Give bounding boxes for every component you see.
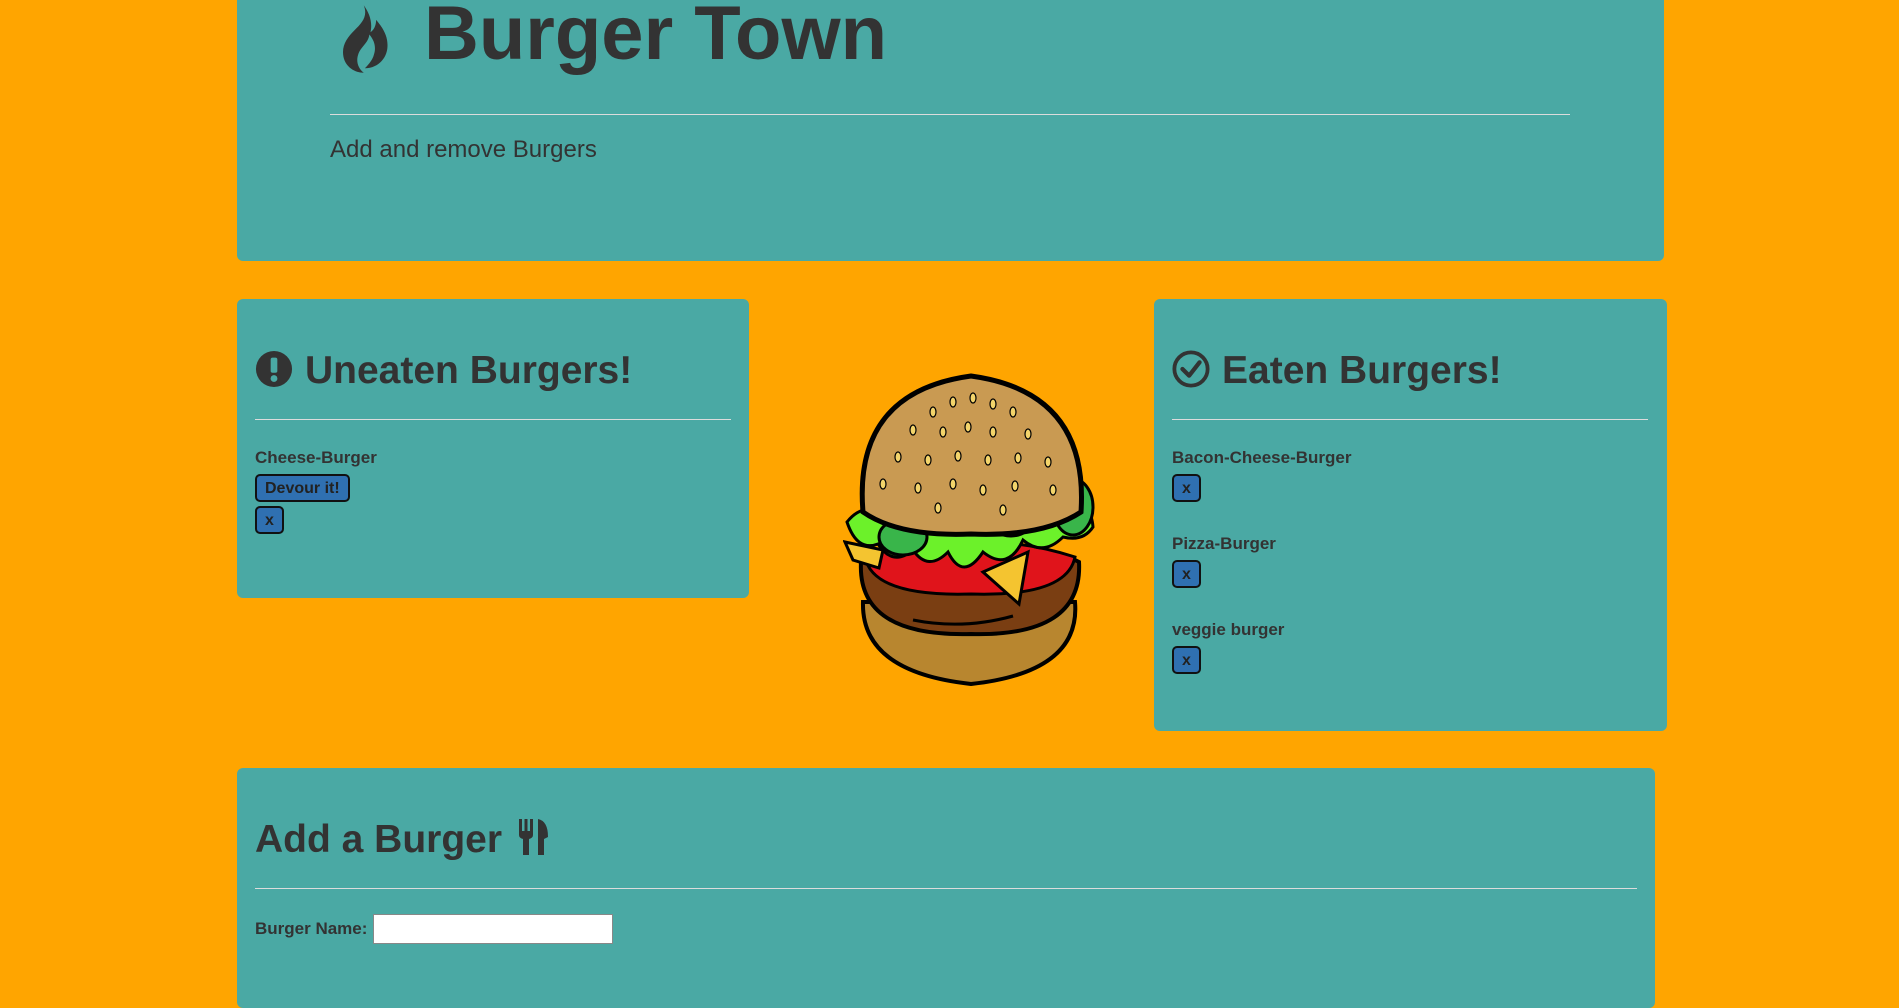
eaten-divider (1172, 419, 1648, 420)
cutlery-icon (519, 819, 549, 855)
burger-name: Pizza-Burger (1172, 534, 1276, 553)
header-panel: Burger Town Add and remove Burgers (237, 0, 1664, 261)
burger-name: Bacon-Cheese-Burger (1172, 448, 1352, 467)
delete-button[interactable]: x (255, 506, 284, 534)
uneaten-list: Cheese-Burger Devour it! x (255, 448, 377, 566)
add-burger-form: Burger Name: (255, 914, 614, 944)
eaten-title: Eaten Burgers! (1172, 349, 1502, 393)
eaten-title-text: Eaten Burgers! (1222, 349, 1502, 392)
add-title-text: Add a Burger (255, 818, 503, 861)
burger-illustration (843, 373, 1095, 687)
delete-button[interactable]: x (1172, 646, 1201, 674)
devour-button[interactable]: Devour it! (255, 474, 350, 502)
list-item: Bacon-Cheese-Burger x (1172, 448, 1352, 502)
list-item: veggie burger x (1172, 620, 1352, 674)
delete-button[interactable]: x (1172, 474, 1201, 502)
uneaten-divider (255, 419, 731, 420)
list-item: Cheese-Burger Devour it! x (255, 448, 377, 534)
uneaten-burgers-panel: Uneaten Burgers! Cheese-Burger Devour it… (237, 299, 749, 598)
fire-icon (343, 4, 388, 73)
list-item: Pizza-Burger x (1172, 534, 1352, 588)
burger-name: Cheese-Burger (255, 448, 377, 467)
burger-name-input[interactable] (373, 914, 614, 944)
add-burger-panel: Add a Burger Burger Name: (237, 768, 1655, 1008)
add-divider (255, 888, 1637, 889)
add-title: Add a Burger (255, 818, 554, 862)
burger-name-label: Burger Name: (255, 919, 368, 938)
eaten-burgers-panel: Eaten Burgers! Bacon-Cheese-Burger x Piz… (1154, 299, 1667, 731)
page-title-text: Burger Town (424, 0, 888, 76)
header-divider (330, 114, 1570, 115)
check-circle-icon (1172, 350, 1210, 388)
burger-name: veggie burger (1172, 620, 1285, 639)
page-title: Burger Town (330, 0, 887, 77)
page-subtitle: Add and remove Burgers (330, 136, 597, 163)
delete-button[interactable]: x (1172, 560, 1201, 588)
uneaten-title-text: Uneaten Burgers! (305, 349, 633, 392)
uneaten-title: Uneaten Burgers! (255, 349, 632, 393)
eaten-list: Bacon-Cheese-Burger x Pizza-Burger x veg… (1172, 448, 1352, 706)
exclamation-circle-icon (255, 350, 293, 388)
